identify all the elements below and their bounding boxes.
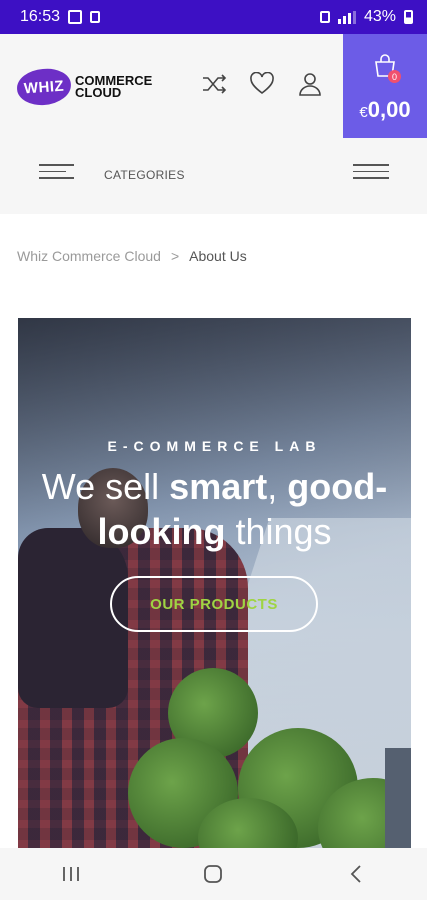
status-bar: 16:53 43%: [0, 0, 427, 34]
account-user-icon[interactable]: [296, 70, 324, 98]
our-products-button[interactable]: OUR PRODUCTS: [110, 576, 318, 632]
site-header: WHIZ COMMERCE CLOUD 0 €0,00: [0, 34, 427, 138]
signal-icon: [337, 10, 356, 24]
hero-background-trees: [128, 648, 411, 848]
category-nav: CATEGORIES: [0, 138, 427, 214]
hero-title: We sell smart, good-looking things: [41, 466, 388, 552]
header-actions: [200, 70, 324, 98]
wishlist-heart-icon[interactable]: [248, 70, 276, 98]
battery-icon: [404, 10, 413, 24]
battery-percent: 43%: [363, 8, 396, 25]
main-menu-icon[interactable]: [353, 164, 389, 179]
logo-wordmark: COMMERCE CLOUD: [75, 74, 152, 100]
cart-amount: 0,00: [367, 97, 411, 122]
logo-line-2: CLOUD: [75, 85, 122, 100]
breadcrumb: Whiz Commerce Cloud > About Us: [17, 248, 247, 264]
categories-label[interactable]: CATEGORIES: [104, 168, 185, 182]
hero-eyebrow: E-COMMERCE LAB: [107, 438, 322, 454]
hero-background-tower: [385, 748, 411, 848]
logo-mark: WHIZ: [15, 67, 73, 107]
back-icon[interactable]: [336, 854, 376, 894]
cart-currency: €: [359, 104, 368, 121]
status-time: 16:53: [20, 8, 61, 25]
gallery-notification-icon: [68, 10, 83, 24]
call-notification-icon: [90, 11, 101, 23]
compare-shuffle-icon[interactable]: [200, 70, 228, 98]
hero-content: E-COMMERCE LAB We sell smart, good-looki…: [18, 438, 411, 554]
status-left: 16:53: [20, 8, 101, 26]
system-nav-bar: [0, 848, 427, 900]
cart-button[interactable]: 0 €0,00: [343, 34, 427, 138]
breadcrumb-home-link[interactable]: Whiz Commerce Cloud: [17, 248, 161, 264]
site-logo[interactable]: WHIZ COMMERCE CLOUD: [15, 67, 152, 107]
hero-banner: E-COMMERCE LAB We sell smart, good-looki…: [18, 318, 411, 848]
status-right: 43%: [319, 8, 413, 26]
cart-total: €0,00: [343, 97, 427, 123]
recent-apps-icon[interactable]: [51, 854, 91, 894]
breadcrumb-separator: >: [170, 248, 180, 264]
wifi-calling-icon: [319, 11, 330, 23]
breadcrumb-current: About Us: [189, 248, 247, 264]
home-icon[interactable]: [193, 854, 233, 894]
categories-menu-icon[interactable]: [39, 164, 74, 179]
cart-count-badge: 0: [388, 70, 401, 83]
